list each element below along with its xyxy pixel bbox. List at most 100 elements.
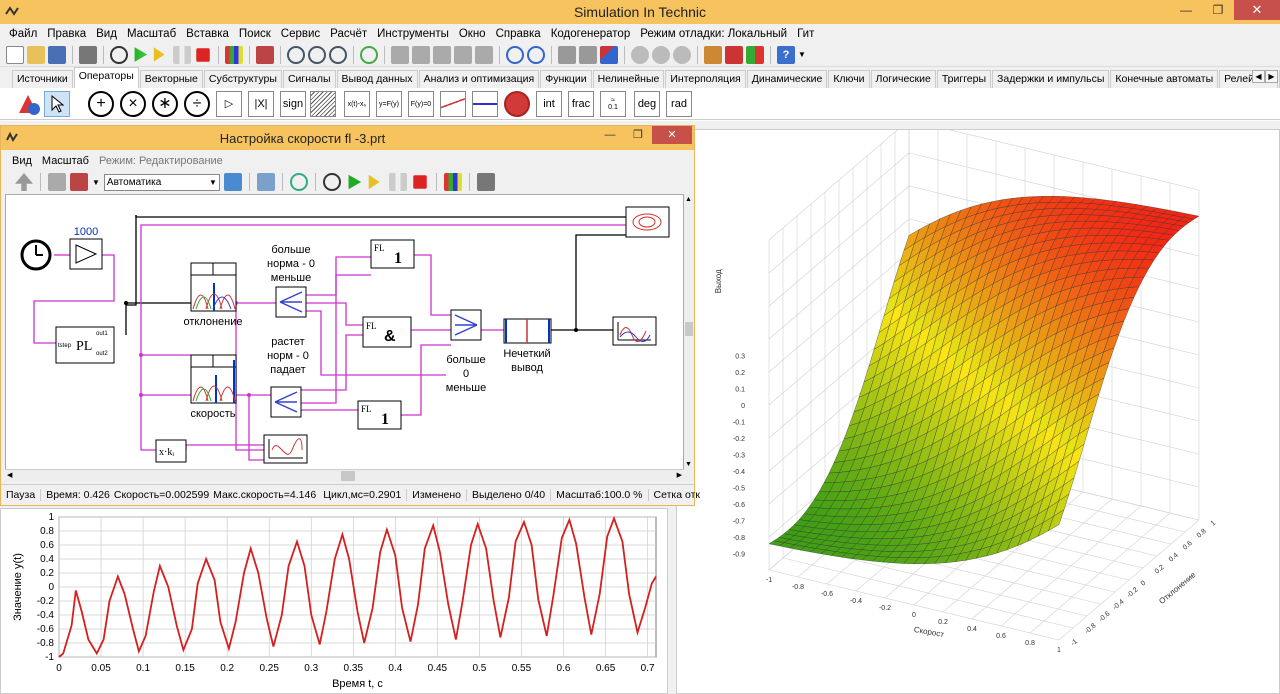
shapes-icon[interactable] — [600, 45, 618, 64]
diagram-canvas[interactable]: 1000 tstep PL out1 out2 отклонение скоро… — [5, 194, 684, 482]
palette-button-17[interactable]: deg — [634, 91, 660, 117]
tab-13[interactable]: Триггеры — [936, 70, 992, 88]
save-icon[interactable] — [48, 45, 66, 64]
code-icon[interactable] — [289, 173, 308, 191]
tab-3[interactable]: Субструктуры — [203, 70, 282, 88]
palette-button-5[interactable]: |X| — [248, 91, 274, 117]
tab-4[interactable]: Сигналы — [282, 70, 336, 88]
undo-icon[interactable] — [506, 45, 524, 64]
palette-button-12[interactable] — [472, 91, 498, 117]
palette-button-9[interactable]: y=F(y) — [376, 91, 402, 117]
palette-button-11[interactable] — [440, 91, 466, 117]
palette-button-4[interactable]: ▷ — [216, 91, 242, 117]
tab-0[interactable]: Источники — [12, 70, 73, 88]
palette-button-6[interactable]: sign — [280, 91, 306, 117]
palette-button-1[interactable]: × — [120, 91, 146, 117]
help-dropdown-icon[interactable]: ▼ — [798, 50, 806, 59]
diagram-vertical-scrollbar[interactable]: ▲ ▼ — [684, 194, 694, 482]
fuzzy-output-block[interactable]: Нечеткий вывод — [503, 318, 552, 374]
tab-10[interactable]: Динамические — [746, 70, 828, 88]
tab-6[interactable]: Анализ и оптимизация — [418, 70, 540, 88]
paste-icon[interactable] — [433, 45, 451, 64]
block-icon[interactable] — [558, 45, 576, 64]
subsystem-select[interactable]: Автоматика ▼ — [103, 173, 220, 191]
tab-7[interactable]: Функции — [540, 70, 592, 88]
scroll-right-icon[interactable]: ▶ — [677, 471, 682, 479]
tools-icon[interactable] — [256, 45, 274, 64]
scroll-down-icon[interactable]: ▼ — [685, 461, 692, 468]
diagram-minimize-button[interactable]: — — [596, 126, 624, 144]
tab-scroll-left-icon[interactable]: ◀ — [1252, 70, 1265, 83]
zoom-in-icon[interactable] — [287, 45, 305, 64]
layers-icon[interactable] — [256, 173, 275, 191]
palette-button-10[interactable]: F(y)=0 — [408, 91, 434, 117]
speed-term-splitter[interactable]: растет норм - 0 падает — [267, 336, 309, 418]
palette-button-2[interactable]: ∗ — [152, 91, 178, 117]
palette-button-8[interactable]: x(t)-x₀ — [344, 91, 370, 117]
lissajous-plot-block[interactable] — [263, 434, 308, 464]
scroll-left-icon[interactable]: ◀ — [7, 471, 12, 479]
stopwatch-icon[interactable] — [110, 45, 128, 64]
palette-button-14[interactable]: int — [536, 91, 562, 117]
menu-item-0[interactable]: Файл — [4, 28, 42, 40]
vertical-scroll-thumb[interactable] — [685, 322, 693, 336]
palette-button-13[interactable] — [504, 91, 530, 117]
menu-item-4[interactable]: Вставка — [181, 28, 234, 40]
diagram-close-button[interactable]: ✕ — [652, 126, 692, 144]
help-icon[interactable]: ? — [777, 45, 795, 64]
menu-item-3[interactable]: Масштаб — [122, 28, 181, 40]
debug2-icon[interactable] — [652, 45, 670, 64]
debug-icon[interactable] — [631, 45, 649, 64]
diagram-menu-view[interactable]: Вид — [7, 155, 37, 167]
tab-9[interactable]: Интерполяция — [665, 70, 746, 88]
pause-icon[interactable] — [173, 45, 191, 64]
speed-fuzzifier-block[interactable]: скорость — [190, 354, 237, 420]
group-icon[interactable] — [475, 45, 493, 64]
tab-1[interactable]: Операторы — [73, 67, 139, 88]
diagram-tools-dropdown-icon[interactable]: ▼ — [92, 178, 100, 187]
output-merger-block[interactable]: больше 0 меньше — [446, 309, 486, 394]
pointer-tool-icon[interactable] — [44, 91, 70, 117]
stop-icon[interactable] — [196, 47, 210, 62]
copy-icon[interactable] — [412, 45, 430, 64]
tab-8[interactable]: Нелинейные — [592, 70, 665, 88]
diagram-run-icon[interactable] — [348, 174, 362, 190]
new-file-icon[interactable] — [6, 45, 24, 64]
fl-not-block-top[interactable]: FL 1 — [370, 239, 415, 269]
compile-icon[interactable] — [725, 45, 743, 64]
menu-item-11[interactable]: Кодогенератор — [546, 28, 636, 40]
tab-15[interactable]: Конечные автоматы — [1110, 70, 1219, 88]
tab-12[interactable]: Логические — [870, 70, 936, 88]
chart-icon[interactable] — [225, 45, 243, 64]
palette-button-3[interactable]: ÷ — [184, 91, 210, 117]
fl-and-block[interactable]: FL & — [362, 316, 412, 348]
close-button[interactable]: ✕ — [1234, 0, 1280, 20]
horizontal-scroll-thumb[interactable] — [341, 471, 355, 481]
palette-button-18[interactable]: rad — [666, 91, 692, 117]
open-folder-icon[interactable] — [27, 45, 45, 64]
module-icon[interactable] — [746, 45, 764, 64]
diagram-stopwatch-icon[interactable] — [322, 173, 341, 191]
cut-icon[interactable] — [391, 45, 409, 64]
multiplier-block[interactable]: x·kᵢ — [155, 439, 187, 463]
tab-14[interactable]: Задержки и импульсы — [992, 70, 1110, 88]
diagram-menu-scale[interactable]: Масштаб — [37, 155, 94, 167]
diagram-chart-icon[interactable] — [443, 173, 462, 191]
minimize-button[interactable]: — — [1170, 0, 1202, 20]
diagram-export-icon[interactable] — [476, 173, 495, 191]
menu-item-13[interactable]: Гит — [792, 28, 819, 40]
menu-item-9[interactable]: Окно — [454, 28, 491, 40]
menu-item-2[interactable]: Вид — [91, 28, 122, 40]
check-icon[interactable] — [704, 45, 722, 64]
palette-button-0[interactable]: + — [88, 91, 114, 117]
menu-item-6[interactable]: Сервис — [276, 28, 325, 40]
pl-block[interactable]: tstep PL out1 out2 — [55, 326, 115, 364]
step-icon[interactable] — [153, 47, 165, 62]
up-level-icon[interactable] — [15, 173, 33, 191]
menu-item-1[interactable]: Правка — [42, 28, 91, 40]
diagram-horizontal-scrollbar[interactable]: ◀ ▶ — [5, 469, 684, 482]
debug3-icon[interactable] — [673, 45, 691, 64]
zoom-fit-icon[interactable] — [329, 45, 347, 64]
scroll-up-icon[interactable]: ▲ — [685, 196, 692, 203]
menu-item-12[interactable]: Режим отладки: Локальный — [635, 28, 792, 40]
